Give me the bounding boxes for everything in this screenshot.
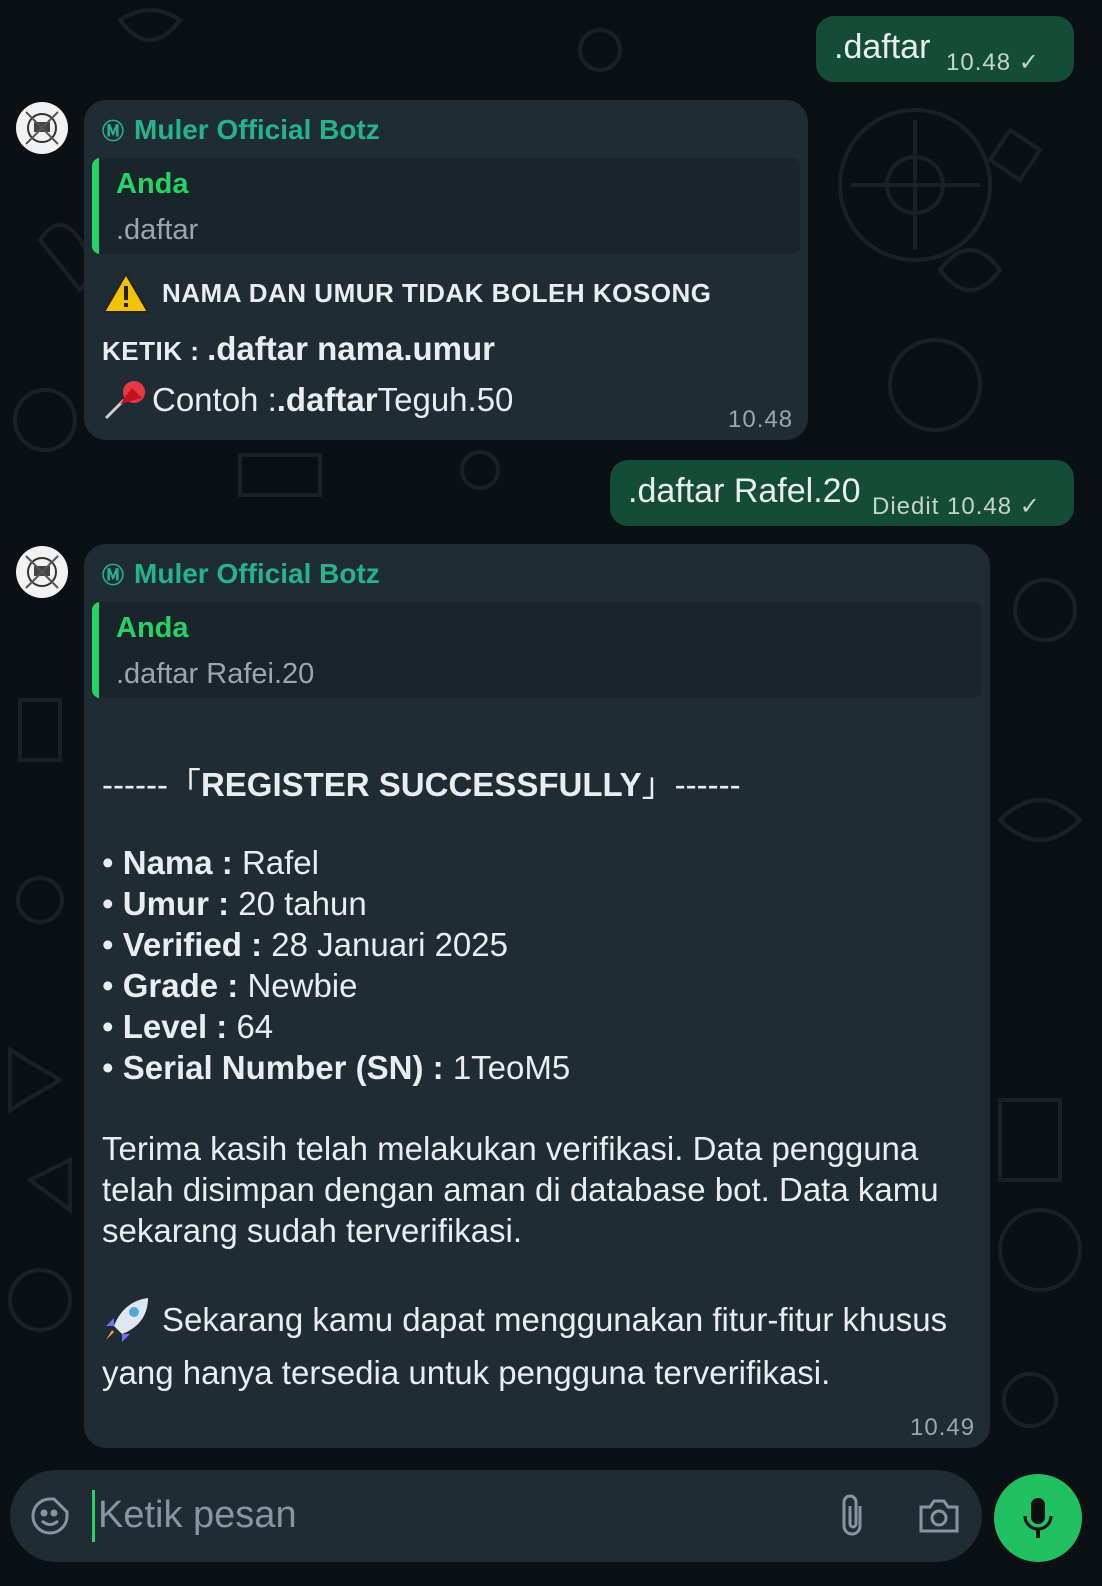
ketik-line: KETIK : .daftar nama.umur bbox=[102, 330, 496, 367]
sender-name[interactable]: Ⓜ Muler Official Botz bbox=[102, 558, 380, 590]
incoming-message-2[interactable]: Ⓜ Muler Official Botz Anda .daftar Rafei… bbox=[84, 544, 990, 1448]
warning-icon bbox=[102, 272, 150, 313]
warning-line: NAMA DAN UMUR TIDAK BOLEH KOSONG bbox=[102, 272, 711, 314]
quote-author: Anda bbox=[116, 168, 189, 200]
field-row: • Verified : 28 Januari 2025 bbox=[102, 926, 508, 963]
quote-text: .daftar bbox=[116, 214, 199, 246]
register-header: ------「REGISTER SUCCESSFULLY」------ bbox=[102, 766, 741, 803]
bot-avatar[interactable] bbox=[16, 102, 68, 154]
quote-author: Anda bbox=[116, 612, 189, 644]
rocket-line: Sekarang kamu dapat menggunakan fitur-fi… bbox=[102, 1296, 947, 1344]
bot-badge-icon: Ⓜ bbox=[102, 563, 125, 588]
rocket-line-2: yang hanya tersedia untuk pengguna terve… bbox=[102, 1354, 831, 1391]
message-text: .daftar Rafel.20 bbox=[628, 472, 861, 510]
rocket-icon bbox=[106, 1298, 148, 1342]
contoh-line: Contoh : .daftar Teguh.50 bbox=[102, 378, 513, 422]
message-time: 10.49 bbox=[910, 1414, 976, 1441]
outgoing-message-2[interactable]: .daftar Rafel.20 Diedit 10.48 ✓ bbox=[610, 460, 1074, 526]
pushpin-icon bbox=[104, 381, 145, 420]
attach-icon[interactable] bbox=[836, 1494, 868, 1543]
bot-badge-icon: Ⓜ bbox=[102, 119, 125, 144]
quote-text: .daftar Rafei.20 bbox=[116, 658, 315, 690]
message-time: 10.48 ✓ bbox=[946, 49, 1040, 76]
message-input[interactable]: Ketik pesan bbox=[98, 1494, 297, 1537]
quote-bar bbox=[92, 602, 99, 698]
mic-icon bbox=[1023, 1498, 1053, 1538]
thanks-paragraph: Terima kasih telah melakukan verifikasi.… bbox=[102, 1130, 939, 1249]
field-row: • Level : 64 bbox=[102, 1008, 274, 1045]
outgoing-message-1[interactable]: .daftar 10.48 ✓ bbox=[816, 16, 1074, 82]
field-row: • Nama : Rafel bbox=[102, 844, 319, 881]
quoted-message[interactable]: Anda .daftar bbox=[92, 158, 800, 254]
message-text: .daftar bbox=[834, 28, 931, 66]
incoming-message-1[interactable]: Ⓜ Muler Official Botz Anda .daftar NAMA … bbox=[84, 100, 808, 440]
field-row: • Grade : Newbie bbox=[102, 967, 358, 1004]
registration-fields: • Nama : Rafel • Umur : 20 tahun • Verif… bbox=[102, 844, 570, 1090]
message-time: 10.48 bbox=[728, 406, 794, 433]
text-caret bbox=[92, 1490, 95, 1542]
sticker-icon[interactable] bbox=[30, 1496, 70, 1541]
mic-button[interactable] bbox=[994, 1474, 1082, 1562]
camera-icon[interactable] bbox=[918, 1498, 960, 1539]
message-input-bar[interactable]: Ketik pesan bbox=[10, 1470, 982, 1562]
quote-bar bbox=[92, 158, 99, 254]
sender-name[interactable]: Ⓜ Muler Official Botz bbox=[102, 114, 380, 146]
message-time: Diedit 10.48 ✓ bbox=[872, 493, 1041, 520]
field-row: • Umur : 20 tahun bbox=[102, 885, 367, 922]
quoted-message[interactable]: Anda .daftar Rafei.20 bbox=[92, 602, 982, 698]
bot-avatar[interactable] bbox=[16, 546, 68, 598]
field-row: • Serial Number (SN) : 1TeoM5 bbox=[102, 1049, 571, 1086]
